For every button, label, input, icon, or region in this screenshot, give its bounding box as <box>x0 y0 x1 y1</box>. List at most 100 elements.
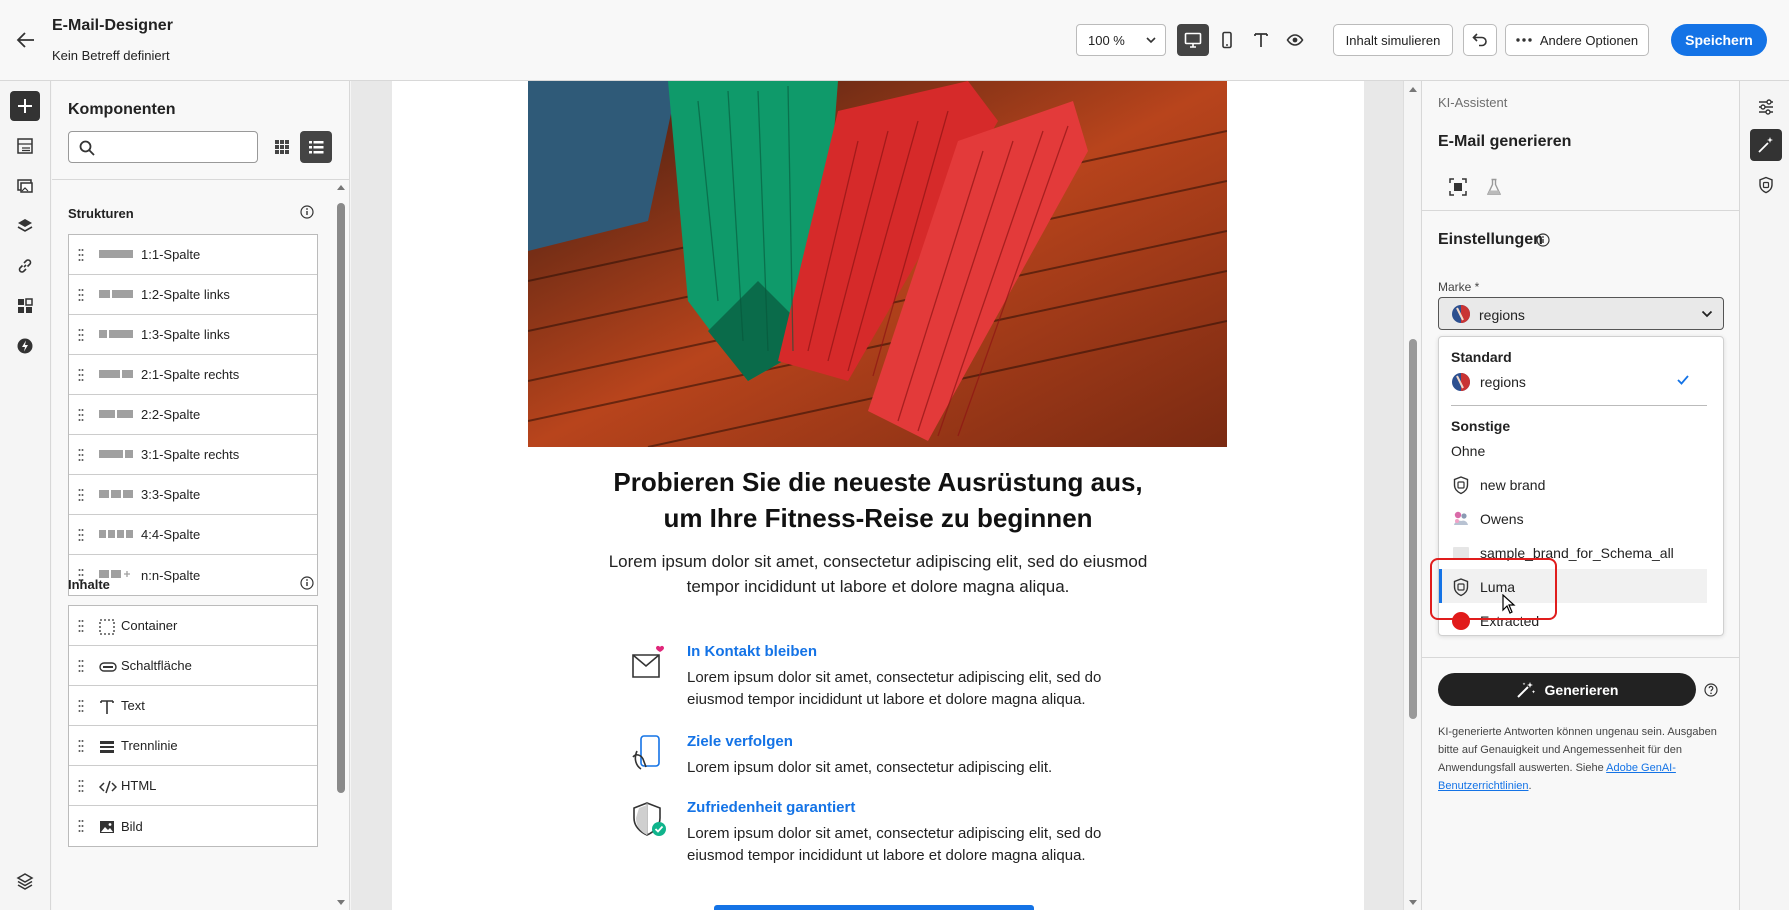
structure-item[interactable]: 1:3-Spalte links <box>69 315 317 355</box>
content-item-text[interactable]: Text <box>69 686 317 726</box>
info-icon[interactable] <box>1536 233 1550 247</box>
brand-selected-value: regions <box>1479 307 1525 323</box>
option-label: new brand <box>1480 477 1546 493</box>
cta-button[interactable] <box>714 905 1034 910</box>
feature-item[interactable]: Ziele verfolgen Lorem ipsum dolor sit am… <box>629 733 1149 776</box>
contents-list: Container Schaltfläche Text Trennlinie H <box>68 605 318 847</box>
chevron-down-icon <box>1145 34 1157 46</box>
mobile-view-button[interactable] <box>1211 24 1243 56</box>
button-icon <box>99 662 117 672</box>
links-tool[interactable] <box>10 251 40 281</box>
content-item-html[interactable]: HTML <box>69 766 317 806</box>
drag-handle-icon <box>78 249 84 261</box>
top-header: E-Mail-Designer Kein Betreff definiert 1… <box>0 0 1789 81</box>
info-icon[interactable] <box>300 576 314 590</box>
search-input[interactable] <box>68 131 258 163</box>
structure-label: 1:3-Spalte links <box>141 327 230 342</box>
brand-option-owens[interactable]: Owens <box>1439 501 1707 535</box>
checkmark-icon <box>1677 375 1689 385</box>
help-icon[interactable] <box>1704 683 1718 697</box>
content-item-container[interactable]: Container <box>69 606 317 646</box>
brand-tool[interactable] <box>1750 169 1782 201</box>
feature-text: Lorem ipsum dolor sit amet, consectetur … <box>687 669 1102 708</box>
content-label: Text <box>121 698 145 713</box>
hero-image[interactable] <box>528 81 1227 447</box>
fragments-icon <box>18 298 33 313</box>
preview-button[interactable] <box>1279 24 1311 56</box>
drag-handle-icon <box>78 449 84 461</box>
brand-select[interactable]: regions <box>1438 297 1724 330</box>
fragments-tool[interactable] <box>10 291 40 321</box>
add-components-tool[interactable] <box>10 91 40 121</box>
structure-item[interactable]: 3:3-Spalte <box>69 475 317 515</box>
more-options-button[interactable]: Andere Optionen <box>1505 24 1649 56</box>
phone-hand-icon <box>632 735 660 770</box>
structure-label: 2:2-Spalte <box>141 407 201 422</box>
structure-item[interactable]: 2:1-Spalte rechts <box>69 355 317 395</box>
structure-item[interactable]: 1:1-Spalte <box>69 235 317 275</box>
scrollbar-thumb[interactable] <box>337 203 345 793</box>
brand-option-regions[interactable]: regions <box>1439 364 1707 398</box>
settings-tool[interactable] <box>1750 91 1782 123</box>
dynamic-content-tool[interactable] <box>10 331 40 361</box>
experiment-tool[interactable] <box>1482 175 1506 199</box>
sliders-icon <box>1759 99 1773 115</box>
left-rail <box>0 81 51 910</box>
undo-button[interactable] <box>1463 24 1497 56</box>
group-other-heading: Sonstige <box>1451 418 1511 434</box>
structure-item[interactable]: 4:4-Spalte <box>69 515 317 555</box>
drag-handle-icon <box>78 820 84 832</box>
text-view-button[interactable] <box>1245 24 1277 56</box>
mobile-icon <box>1222 31 1232 49</box>
brand-option-new-brand[interactable]: new brand <box>1439 467 1707 501</box>
structure-label: 3:1-Spalte rechts <box>141 447 240 462</box>
save-button[interactable]: Speichern <box>1671 24 1767 56</box>
structure-item[interactable]: 3:1-Spalte rechts <box>69 435 317 475</box>
structure-item[interactable]: 1:2-Spalte links <box>69 275 317 315</box>
select-content-tool[interactable] <box>1446 175 1470 199</box>
simulate-content-button[interactable]: Inhalt simulieren <box>1333 24 1453 56</box>
content-label: HTML <box>121 778 157 793</box>
structure-item[interactable]: 2:2-Spalte <box>69 395 317 435</box>
panel-title: E-Mail generieren <box>1438 133 1572 150</box>
contents-heading: Inhalte <box>68 577 110 592</box>
info-icon[interactable] <box>300 205 314 219</box>
email-headline[interactable]: Probieren Sie die neueste Ausrüstung aus… <box>392 464 1364 536</box>
highlight-annotation <box>1430 558 1557 620</box>
drag-handle-icon <box>78 620 84 632</box>
mail-heart-icon <box>632 645 664 678</box>
layers-bottom-tool[interactable] <box>10 866 40 896</box>
zoom-select[interactable]: 100 % <box>1076 24 1166 56</box>
back-arrow-icon[interactable] <box>14 28 38 52</box>
feature-item[interactable]: In Kontakt bleiben Lorem ipsum dolor sit… <box>629 643 1149 708</box>
content-item-divider[interactable]: Trennlinie <box>69 726 317 766</box>
divider <box>1422 657 1740 658</box>
column-layout-icon <box>99 370 133 378</box>
scrollbar-thumb[interactable] <box>1409 339 1417 719</box>
brand-label: Marke * <box>1438 280 1480 294</box>
list-view-toggle[interactable] <box>300 131 332 163</box>
brand-option-none[interactable]: Ohne <box>1439 433 1707 467</box>
desktop-view-button[interactable] <box>1177 24 1209 56</box>
list-icon <box>309 141 324 154</box>
divider-icon <box>100 741 114 753</box>
feature-title: Zufriedenheit garantiert <box>687 799 856 816</box>
ai-assistant-tool[interactable] <box>1750 129 1782 161</box>
settings-heading: Einstellungen <box>1438 231 1543 248</box>
components-scrollbar[interactable] <box>337 183 345 907</box>
generate-button[interactable]: Generieren <box>1438 673 1696 706</box>
content-item-button[interactable]: Schaltfläche <box>69 646 317 686</box>
canvas-scrollbar[interactable] <box>1403 81 1421 910</box>
container-icon <box>99 619 115 635</box>
content-item-image[interactable]: Bild <box>69 806 317 846</box>
layers-tool[interactable] <box>10 211 40 241</box>
brand-shield-icon <box>1451 475 1471 495</box>
feature-item[interactable]: Zufriedenheit garantiert Lorem ipsum dol… <box>629 799 1149 864</box>
grid-view-toggle[interactable] <box>266 131 298 163</box>
assets-tool[interactable] <box>10 171 40 201</box>
email-body: Probieren Sie die neueste Ausrüstung aus… <box>392 81 1364 910</box>
breadcrumb: KI-Assistent <box>1438 95 1508 110</box>
mouse-cursor-icon <box>1502 594 1516 614</box>
email-intro-text[interactable]: Lorem ipsum dolor sit amet, consectetur … <box>392 549 1364 599</box>
template-tool[interactable] <box>10 131 40 161</box>
